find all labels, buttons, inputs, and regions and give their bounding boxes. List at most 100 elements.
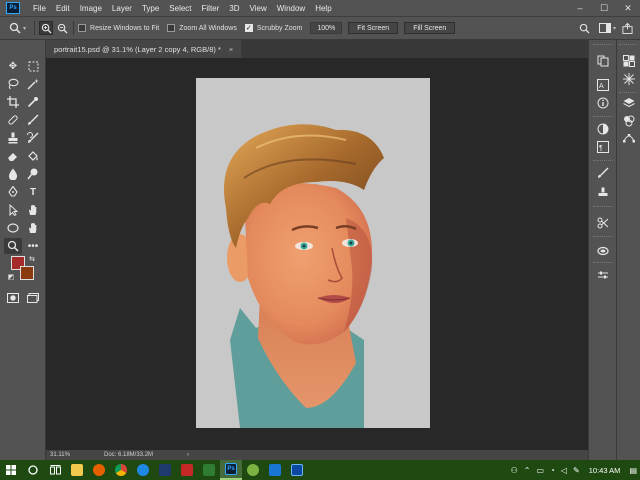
menu-type[interactable]: Type: [137, 4, 164, 13]
fit-screen-button[interactable]: Fit Screen: [348, 22, 399, 34]
swatches-panel-icon[interactable]: [621, 72, 637, 86]
vscode-icon[interactable]: [264, 460, 286, 480]
type-tool-icon[interactable]: T: [24, 184, 42, 200]
marquee-tool-icon[interactable]: [24, 58, 42, 74]
document-canvas[interactable]: [196, 78, 430, 428]
scrubby-zoom-check-box[interactable]: ✓: [244, 24, 253, 32]
background-color-swatch[interactable]: [20, 266, 34, 280]
menu-view[interactable]: View: [245, 4, 272, 13]
close-window-button[interactable]: ✕: [616, 0, 640, 16]
menu-window[interactable]: Window: [272, 4, 310, 13]
healing-brush-tool-icon[interactable]: [4, 112, 22, 128]
battery-icon[interactable]: ▭: [533, 466, 547, 475]
lasso-tool-icon[interactable]: [4, 76, 22, 92]
menu-select[interactable]: Select: [164, 4, 196, 13]
fill-screen-button[interactable]: Fill Screen: [404, 22, 456, 34]
channels-panel-icon[interactable]: [621, 114, 637, 128]
panel-grip[interactable]: [593, 160, 613, 163]
zoom-tool-icon[interactable]: [8, 21, 22, 35]
tool-presets-panel-icon[interactable]: [595, 216, 611, 230]
input-icon[interactable]: ✎: [570, 466, 583, 475]
menu-file[interactable]: File: [28, 4, 51, 13]
share-icon[interactable]: [620, 21, 634, 35]
panel-grip[interactable]: [593, 116, 613, 119]
panel-grip[interactable]: [593, 206, 613, 209]
clone-stamp-tool-icon[interactable]: [4, 130, 22, 146]
volume-icon[interactable]: ◁: [558, 466, 570, 475]
pen-tool-icon[interactable]: [4, 184, 22, 200]
eyedropper-tool-icon[interactable]: [24, 94, 42, 110]
green-app-icon[interactable]: [198, 460, 220, 480]
screen-mode-icon[interactable]: [24, 290, 42, 306]
workspace-chevron-icon[interactable]: ▾: [613, 25, 616, 32]
mail-app-icon[interactable]: [286, 460, 308, 480]
paths-panel-icon[interactable]: [621, 130, 637, 144]
zoom-out-icon[interactable]: [55, 21, 69, 35]
chat-app-icon[interactable]: [242, 460, 264, 480]
zoom-value-field[interactable]: 100%: [310, 22, 343, 34]
brush-settings-panel-icon[interactable]: [595, 166, 611, 180]
zoom-all-check-box[interactable]: [167, 24, 176, 32]
notifications-icon[interactable]: ▤: [626, 466, 640, 475]
cortana-icon[interactable]: [22, 460, 44, 480]
info-panel-icon[interactable]: [595, 96, 611, 110]
color-panel-icon[interactable]: [621, 54, 637, 68]
blur-tool-icon[interactable]: [4, 166, 22, 182]
character-panel-icon[interactable]: A: [595, 78, 611, 92]
scrubby-zoom-checkbox[interactable]: ✓ Scrubby Zoom: [244, 24, 302, 32]
more-tools-icon[interactable]: •••: [24, 238, 42, 254]
panel-grip[interactable]: [619, 44, 637, 47]
menu-image[interactable]: Image: [75, 4, 107, 13]
maximize-button[interactable]: ☐: [592, 0, 616, 16]
document-tab[interactable]: portrait15.psd @ 31.1% (Layer 2 copy 4, …: [46, 40, 242, 58]
paint-bucket-tool-icon[interactable]: [24, 148, 42, 164]
edge-icon[interactable]: [132, 460, 154, 480]
firefox-icon[interactable]: [88, 460, 110, 480]
vpn-app-icon[interactable]: [154, 460, 176, 480]
menu-help[interactable]: Help: [310, 4, 336, 13]
workspace-icon[interactable]: [598, 21, 612, 35]
task-view-icon[interactable]: [44, 460, 66, 480]
windows-start-icon[interactable]: [0, 460, 22, 480]
status-menu-arrow-icon[interactable]: ›: [187, 452, 189, 458]
clone-source-panel-icon[interactable]: [595, 186, 611, 200]
hand-tool-icon[interactable]: [24, 220, 42, 236]
menu-layer[interactable]: Layer: [107, 4, 137, 13]
dodge-tool-icon[interactable]: [24, 166, 42, 182]
zoom-all-windows-checkbox[interactable]: Zoom All Windows: [167, 24, 237, 32]
ellipse-tool-icon[interactable]: [4, 220, 22, 236]
hand-tool-icon[interactable]: [24, 202, 42, 218]
panel-grip[interactable]: [593, 236, 613, 239]
photoshop-taskbar-icon[interactable]: Ps: [220, 460, 242, 480]
panel-grip[interactable]: [593, 262, 613, 265]
resize-windows-check-box[interactable]: [78, 24, 87, 32]
zoom-in-icon[interactable]: [39, 21, 54, 35]
history-panel-icon[interactable]: [595, 54, 611, 68]
people-icon[interactable]: ⚇: [508, 466, 521, 475]
move-tool-icon[interactable]: ✥: [4, 58, 22, 74]
search-icon[interactable]: [578, 21, 592, 35]
path-selection-tool-icon[interactable]: [4, 202, 22, 218]
panel-grip[interactable]: [619, 92, 637, 95]
menu-edit[interactable]: Edit: [51, 4, 75, 13]
resize-windows-checkbox[interactable]: Resize Windows to Fit: [78, 24, 159, 32]
close-tab-icon[interactable]: ×: [229, 45, 233, 54]
paragraph-panel-icon[interactable]: ¶: [595, 140, 611, 154]
swap-colors-icon[interactable]: ⇆: [27, 254, 37, 264]
layers-panel-icon[interactable]: [621, 96, 637, 110]
menu-filter[interactable]: Filter: [197, 4, 225, 13]
properties-panel-icon[interactable]: [595, 268, 611, 282]
menu-3d[interactable]: 3D: [224, 4, 244, 13]
eraser-tool-icon[interactable]: [4, 148, 22, 164]
tray-chevron-icon[interactable]: ⌃: [521, 466, 534, 475]
adjustments-panel-icon[interactable]: [595, 122, 611, 136]
libraries-panel-icon[interactable]: [595, 244, 611, 258]
status-zoom[interactable]: 31.11%: [50, 452, 96, 458]
canvas-area[interactable]: [46, 58, 580, 450]
network-icon[interactable]: ◔: [547, 466, 558, 475]
minimize-button[interactable]: –: [568, 0, 592, 16]
clock[interactable]: 10:43 AM: [583, 466, 627, 475]
crop-tool-icon[interactable]: [4, 94, 22, 110]
red-app-icon[interactable]: [176, 460, 198, 480]
default-colors-icon[interactable]: ◩: [6, 272, 16, 282]
